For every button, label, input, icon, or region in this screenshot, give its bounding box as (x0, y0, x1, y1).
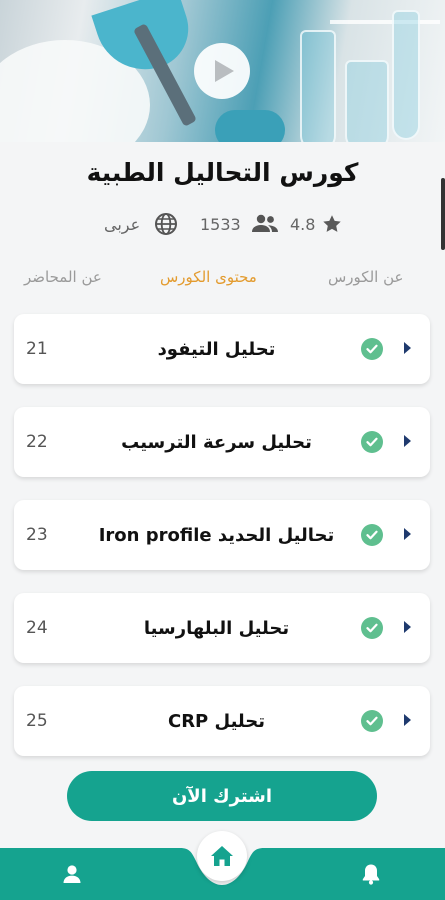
course-tabs: عن الكورس محتوى الكورس عن المحاضر (0, 268, 445, 298)
language-value: عربى (104, 214, 141, 234)
lesson-item[interactable]: 24 تحليل البلهارسيا (14, 593, 430, 663)
glove-decoration (215, 110, 285, 142)
lesson-item[interactable]: 23 تحاليل الحديد Iron profile (14, 500, 430, 570)
chevron-right-icon[interactable] (403, 342, 411, 354)
lesson-item[interactable]: 21 تحليل التيفود (14, 314, 430, 384)
course-video-thumbnail[interactable] (0, 0, 445, 142)
check-circle-icon (361, 710, 383, 732)
lesson-title: تحليل سرعة الترسيب (121, 431, 312, 453)
flask-decoration (345, 60, 389, 142)
check-circle-icon (361, 524, 383, 546)
star-icon (323, 215, 342, 232)
scrollbar[interactable] (441, 178, 445, 250)
lesson-item[interactable]: 25 تحليل CRP (14, 686, 430, 756)
tab-course-content[interactable]: محتوى الكورس (160, 268, 257, 286)
course-title: كورس التحاليل الطبية (86, 158, 359, 187)
lesson-number: 22 (26, 432, 48, 452)
chevron-right-icon[interactable] (403, 528, 411, 540)
check-circle-icon (361, 617, 383, 639)
students-count: 1533 (200, 210, 279, 238)
rating-value: 4.8 (290, 214, 316, 234)
lesson-item[interactable]: 22 تحليل سرعة الترسيب (14, 407, 430, 477)
flask-decoration (392, 10, 420, 140)
lesson-title: تحاليل الحديد Iron profile (98, 524, 335, 546)
tab-about-course[interactable]: عن الكورس (328, 268, 403, 286)
lesson-number: 24 (26, 618, 48, 638)
rack-decoration (330, 20, 440, 24)
lesson-number: 25 (26, 711, 48, 731)
tab-about-lecturer[interactable]: عن المحاضر (24, 268, 102, 286)
check-circle-icon (361, 431, 383, 453)
lesson-title: تحليل CRP (167, 710, 266, 732)
chevron-right-icon[interactable] (403, 621, 411, 633)
play-icon (215, 60, 234, 82)
home-button[interactable] (197, 831, 247, 881)
language: عربى (104, 210, 178, 238)
lesson-title: تحليل التيفود (157, 338, 276, 360)
subscribe-button[interactable]: اشترك الآن (67, 771, 377, 821)
flask-decoration (300, 30, 336, 142)
home-icon (211, 846, 233, 866)
chevron-right-icon[interactable] (403, 714, 411, 726)
people-icon (251, 214, 278, 232)
students-value: 1533 (200, 214, 241, 234)
person-icon[interactable] (62, 864, 82, 884)
chevron-right-icon[interactable] (403, 435, 411, 447)
play-button[interactable] (194, 43, 250, 99)
lesson-number: 21 (26, 339, 48, 359)
bell-icon[interactable] (361, 863, 381, 885)
course-meta: 4.8 1533 عربى (0, 210, 445, 238)
globe-icon (155, 213, 178, 235)
lesson-number: 23 (26, 525, 48, 545)
lesson-title: تحليل البلهارسيا (143, 617, 290, 639)
check-circle-icon (361, 338, 383, 360)
rating: 4.8 (290, 210, 343, 238)
